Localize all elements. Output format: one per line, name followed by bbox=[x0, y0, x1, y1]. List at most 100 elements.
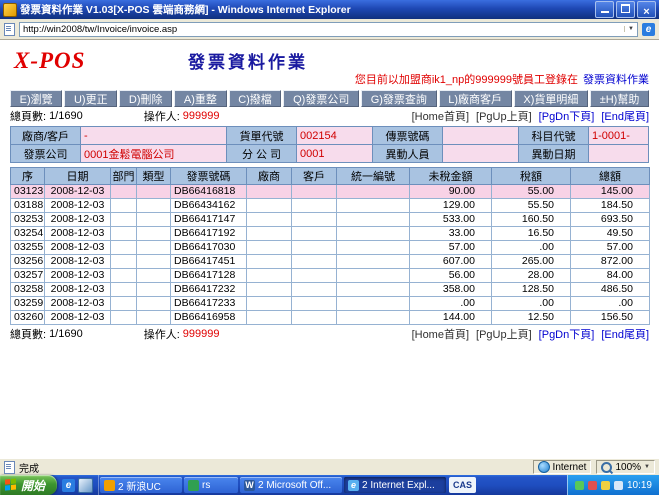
nav-end-bottom[interactable]: [End尾頁] bbox=[601, 326, 649, 342]
quick-launch-ie-icon[interactable] bbox=[62, 479, 75, 492]
tray-icon[interactable] bbox=[575, 481, 584, 490]
invoice-row[interactable]: 03254 2008-12-03 DB66417192 33.00 16.50 … bbox=[11, 227, 650, 241]
minimize-button[interactable] bbox=[595, 1, 614, 18]
branch-field[interactable]: 0001 bbox=[297, 145, 373, 163]
cell-customer bbox=[292, 311, 337, 325]
toolbar-button-order-detail[interactable]: X)貨單明細 bbox=[514, 90, 588, 107]
cell-vendor bbox=[247, 311, 292, 325]
invoice-row[interactable]: 03259 2008-12-03 DB66417233 .00 .00 .00 bbox=[11, 297, 650, 311]
cell-untaxed: .00 bbox=[410, 297, 492, 311]
cell-type bbox=[137, 199, 171, 213]
show-desktop-icon[interactable] bbox=[78, 478, 93, 493]
cell-vendor bbox=[247, 199, 292, 213]
toolbar-button-browse[interactable]: E)瀏覽 bbox=[10, 90, 62, 107]
cell-tax: 12.50 bbox=[492, 311, 571, 325]
cell-invoice-no: DB66417233 bbox=[171, 297, 247, 311]
nav-home-top[interactable]: [Home首頁] bbox=[412, 108, 469, 124]
invoice-row[interactable]: 03253 2008-12-03 DB66417147 533.00 160.5… bbox=[11, 213, 650, 227]
modified-by-field[interactable] bbox=[443, 145, 519, 163]
cell-date: 2008-12-03 bbox=[45, 283, 111, 297]
sina-uc-icon bbox=[104, 480, 115, 491]
task-button-sina-uc[interactable]: 2 新浪UC bbox=[100, 477, 182, 493]
toolbar-button-update[interactable]: U)更正 bbox=[64, 90, 117, 107]
invoice-company-label: 發票公司 bbox=[11, 145, 81, 163]
toolbar-button-help[interactable]: ±H)幫助 bbox=[590, 90, 649, 107]
cell-tax: .00 bbox=[492, 297, 571, 311]
cell-customer bbox=[292, 227, 337, 241]
cell-tax: .00 bbox=[492, 241, 571, 255]
account-code-field[interactable]: 1-0001- bbox=[589, 127, 649, 145]
nav-end-top[interactable]: [End尾頁] bbox=[601, 108, 649, 124]
zoom-dropdown-icon[interactable] bbox=[644, 464, 650, 470]
modified-date-field[interactable] bbox=[589, 145, 649, 163]
th-uniform-no: 統一編號 bbox=[337, 168, 410, 185]
th-seq: 序 bbox=[11, 168, 45, 185]
tray-icon[interactable] bbox=[588, 481, 597, 490]
nav-pgup-top[interactable]: [PgUp上頁] bbox=[476, 108, 532, 124]
voucher-no-label: 傳票號碼 bbox=[373, 127, 443, 145]
maximize-button[interactable] bbox=[616, 1, 635, 18]
invoice-row[interactable]: 03257 2008-12-03 DB66417128 56.00 28.00 … bbox=[11, 269, 650, 283]
toolbar-button-vendor-customer[interactable]: L)廠商客戶 bbox=[439, 90, 512, 107]
cell-uniform-no bbox=[337, 227, 410, 241]
cell-date: 2008-12-03 bbox=[45, 297, 111, 311]
nav-home-bottom[interactable]: [Home首頁] bbox=[412, 326, 469, 342]
clock: 10:19 bbox=[627, 480, 652, 491]
task-button-office[interactable]: 2 Microsoft Off... bbox=[240, 477, 342, 493]
task-button-rs[interactable]: rs bbox=[184, 477, 238, 493]
cell-dept bbox=[111, 199, 137, 213]
cell-untaxed: 358.00 bbox=[410, 283, 492, 297]
cell-invoice-no: DB66434162 bbox=[171, 199, 247, 213]
close-button[interactable] bbox=[637, 1, 656, 18]
cell-invoice-no: DB66416818 bbox=[171, 185, 247, 199]
toolbar-button-rebuild[interactable]: A)重整 bbox=[174, 90, 226, 107]
toolbar-button-invoice-query[interactable]: G)發票查詢 bbox=[361, 90, 437, 107]
task-button-ie[interactable]: 2 Internet Expl... bbox=[344, 477, 446, 493]
invoice-row[interactable]: 03256 2008-12-03 DB66417451 607.00 265.0… bbox=[11, 255, 650, 269]
cell-dept bbox=[111, 283, 137, 297]
cell-total: 145.00 bbox=[571, 185, 650, 199]
branch-label: 分 公 司 bbox=[227, 145, 297, 163]
current-module-link[interactable]: 發票資料作業 bbox=[583, 74, 649, 86]
invoice-row[interactable]: 03255 2008-12-03 DB66417030 57.00 .00 57… bbox=[11, 241, 650, 255]
zoom-control[interactable]: 100% bbox=[596, 460, 655, 474]
cell-type bbox=[137, 269, 171, 283]
quick-launch bbox=[57, 475, 99, 495]
tray-icon[interactable] bbox=[601, 481, 610, 490]
cell-vendor bbox=[247, 227, 292, 241]
invoice-row[interactable]: 03188 2008-12-03 DB66434162 129.00 55.50… bbox=[11, 199, 650, 213]
address-input[interactable]: http://win2008/tw/Invoice/invoice.asp bbox=[19, 22, 638, 37]
address-dropdown-icon[interactable] bbox=[624, 26, 634, 32]
cell-tax: 265.00 bbox=[492, 255, 571, 269]
toolbar-button-invoice-company[interactable]: Q)發票公司 bbox=[283, 90, 359, 107]
order-code-field[interactable]: 002154 bbox=[297, 127, 373, 145]
start-button[interactable]: 開始 bbox=[0, 475, 57, 495]
login-prefix: 您目前以加盟商 bbox=[355, 74, 432, 86]
voucher-no-field[interactable] bbox=[443, 127, 519, 145]
cell-tax: 160.50 bbox=[492, 213, 571, 227]
tray-icon[interactable] bbox=[614, 481, 623, 490]
cell-seq: 03257 bbox=[11, 269, 45, 283]
invoice-row[interactable]: 03258 2008-12-03 DB66417232 358.00 128.5… bbox=[11, 283, 650, 297]
ie-window: 發票資料作業 V1.03[X-POS 雲端商務網] - Windows Inte… bbox=[0, 0, 659, 495]
cell-vendor bbox=[247, 213, 292, 227]
cell-invoice-no: DB66416958 bbox=[171, 311, 247, 325]
start-label: 開始 bbox=[21, 477, 45, 494]
nav-pgup-bottom[interactable]: [PgUp上頁] bbox=[476, 326, 532, 342]
vendor-customer-field[interactable]: - bbox=[81, 127, 227, 145]
invoice-row[interactable]: 03123 2008-12-03 DB66416818 90.00 55.00 … bbox=[11, 185, 650, 199]
invoice-company-field[interactable]: 0001金鬆電腦公司 bbox=[81, 145, 227, 163]
cell-dept bbox=[111, 297, 137, 311]
toolbar-button-delete[interactable]: D)刪除 bbox=[119, 90, 172, 107]
invoice-table: 序 日期 部門 類型 發票號碼 廠商 客戶 統一編號 未稅金額 稅額 總額 03… bbox=[10, 167, 650, 325]
cell-date: 2008-12-03 bbox=[45, 255, 111, 269]
toolbar-button-transfer[interactable]: C)撥檔 bbox=[229, 90, 282, 107]
cell-uniform-no bbox=[337, 269, 410, 283]
cell-type bbox=[137, 311, 171, 325]
login-mid: 的 bbox=[464, 74, 475, 86]
zone-text: Internet bbox=[553, 462, 587, 473]
nav-pgdn-bottom[interactable]: [PgDn下頁] bbox=[539, 326, 595, 342]
language-indicator[interactable]: CAS bbox=[449, 477, 476, 493]
nav-pgdn-top[interactable]: [PgDn下頁] bbox=[539, 108, 595, 124]
invoice-row[interactable]: 03260 2008-12-03 DB66416958 144.00 12.50… bbox=[11, 311, 650, 325]
